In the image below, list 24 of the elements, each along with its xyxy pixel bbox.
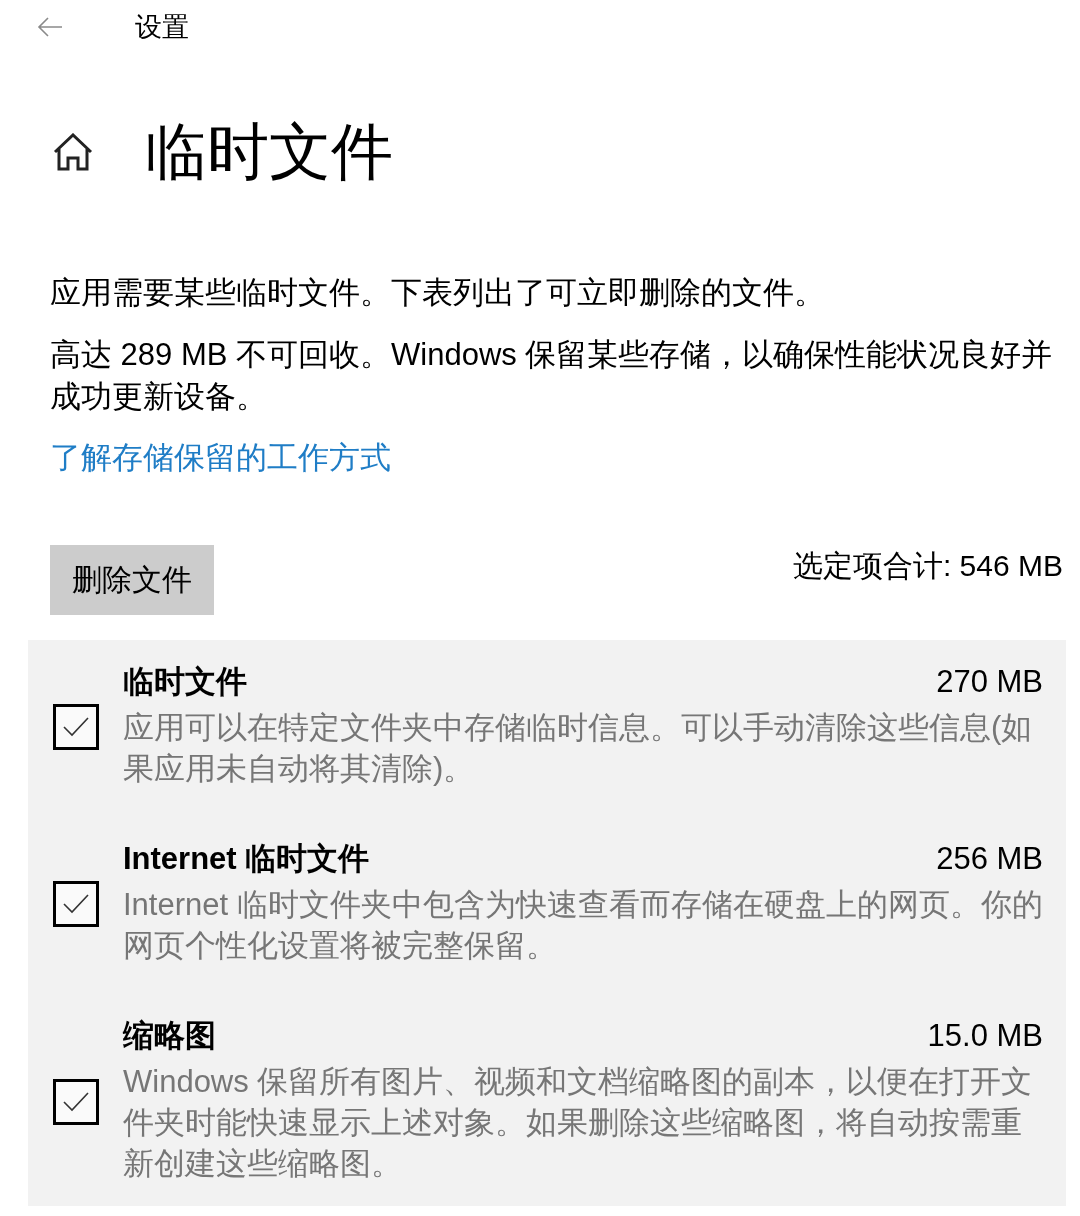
learn-more-link[interactable]: 了解存储保留的工作方式 [50, 437, 391, 479]
checkbox[interactable] [53, 704, 99, 750]
item-title: Internet 临时文件 [123, 842, 370, 876]
checkbox[interactable] [53, 1078, 99, 1125]
home-icon[interactable] [53, 133, 93, 171]
page-title: 临时文件 [145, 116, 393, 188]
window-title: 设置 [135, 11, 189, 44]
description-text: 应用需要某些临时文件。下表列出了可立即删除的文件。 [50, 274, 826, 312]
selected-total-text: 选定项合计: 546 MB [792, 548, 1063, 584]
description-text: 高达 289 MB 不可回收。Windows 保留某些存储，以确保性能状况良好并成功更新设备。 [50, 336, 1054, 416]
item-description: Internet 临时文件夹中包含为快速查看而存储在硬盘上的网页。你的网页个性化设置将被完整保留。 [123, 886, 1043, 965]
item-description: Windows 保留所有图片、视频和文档缩略图的副本，以便在打开文件夹时能快速显示上述对象。如果删除这些缩略图，将自动按需重新创建这些缩略图。 [123, 1063, 1034, 1183]
checkmark-icon [63, 717, 89, 737]
item-description: 应用可以在特定文件夹中存储临时信息。可以手动清除这些信息(如果应用未自动将其清除)。 [123, 709, 1034, 788]
item-size: 256 MB [936, 842, 1043, 876]
checkmark-icon [63, 1091, 89, 1112]
item-title: 临时文件 [123, 665, 247, 699]
item-size: 15.0 MB [927, 1019, 1043, 1053]
checkmark-icon [63, 894, 89, 914]
item-title: 缩略图 [123, 1019, 216, 1053]
delete-files-button[interactable]: 删除文件 [50, 545, 214, 615]
checkbox[interactable] [53, 881, 99, 927]
back-arrow-icon[interactable] [37, 16, 63, 38]
item-size: 270 MB [936, 665, 1043, 699]
